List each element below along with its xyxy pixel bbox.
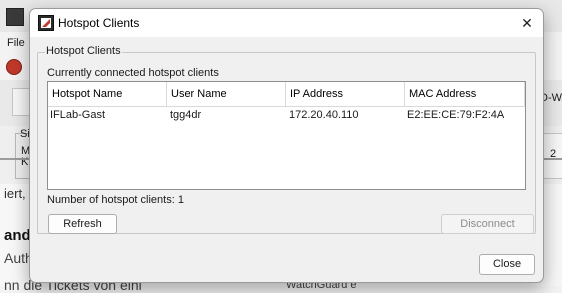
bg-text-and: and — [4, 227, 31, 244]
app-icon — [38, 15, 54, 31]
column-header-mac-address[interactable]: MAC Address — [405, 82, 525, 106]
column-header-user-name[interactable]: User Name — [167, 82, 286, 106]
close-button[interactable]: Close — [479, 254, 535, 275]
table-row[interactable]: IFLab-Gast tgg4dr 172.20.40.110 E2:EE:CE… — [48, 107, 525, 125]
cell-hotspot-name: IFLab-Gast — [50, 109, 106, 121]
dialog-title: Hotspot Clients — [58, 16, 140, 30]
bg-stop-icon[interactable] — [6, 59, 22, 75]
bg-text-iert: iert, — [4, 186, 26, 201]
table-header: Hotspot Name User Name IP Address MAC Ad… — [48, 82, 525, 107]
bg-menu-file[interactable]: File — [7, 37, 25, 49]
cell-ip-address: 172.20.40.110 — [289, 109, 359, 121]
cell-user-name: tgg4dr — [170, 109, 202, 121]
refresh-button[interactable]: Refresh — [48, 214, 117, 234]
hotspot-clients-dialog: Hotspot Clients ✕ Hotspot Clients Curren… — [29, 8, 544, 283]
column-header-ip-address[interactable]: IP Address — [286, 82, 405, 106]
bg-app-icon — [6, 8, 24, 26]
close-icon[interactable]: ✕ — [511, 9, 543, 37]
column-header-hotspot-name[interactable]: Hotspot Name — [48, 82, 167, 106]
clients-table[interactable]: Hotspot Name User Name IP Address MAC Ad… — [47, 81, 526, 190]
cell-mac-address: E2:EE:CE:79:F2:4A — [407, 109, 505, 121]
client-count-label: Number of hotspot clients: 1 — [47, 194, 184, 206]
groupbox-label: Hotspot Clients — [45, 45, 122, 57]
dialog-titlebar[interactable]: Hotspot Clients ✕ — [30, 9, 543, 37]
list-caption: Currently connected hotspot clients — [47, 67, 219, 79]
disconnect-button[interactable]: Disconnect — [441, 214, 534, 234]
